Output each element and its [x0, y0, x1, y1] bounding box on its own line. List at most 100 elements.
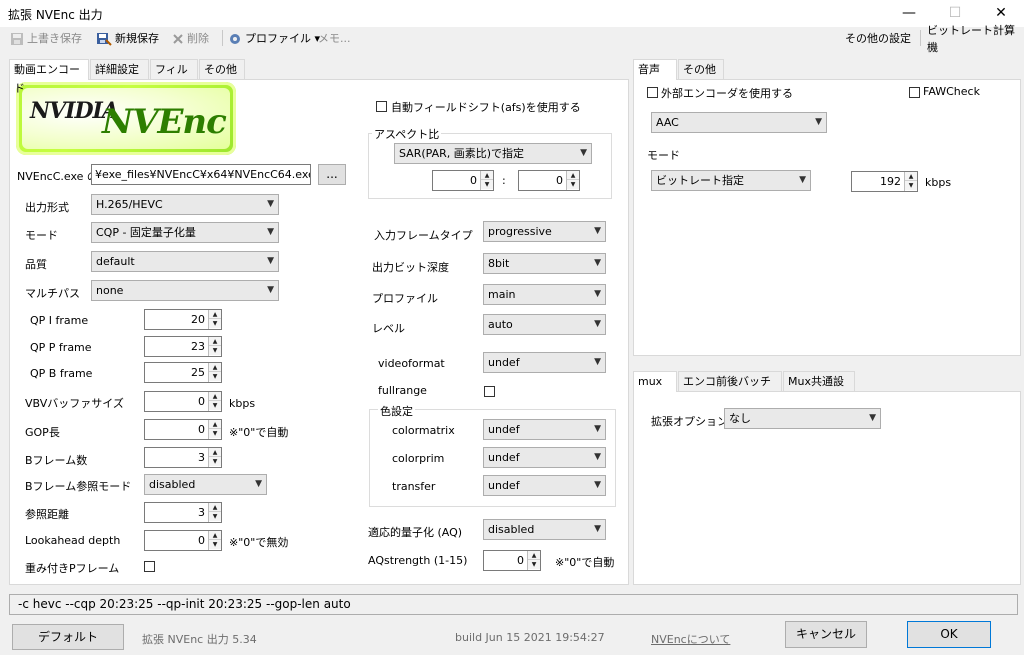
title-bar: 拡張 NVEnc 出力 — ☐ ✕: [0, 0, 1024, 27]
spin-up-icon: ▲: [209, 503, 221, 512]
colormatrix-select[interactable]: undef ▼: [483, 419, 606, 440]
minimize-button[interactable]: —: [886, 0, 932, 27]
tab-video-encode[interactable]: 動画エンコード: [9, 59, 89, 95]
chevron-down-icon: ▼: [594, 258, 601, 268]
about-nvenc-link[interactable]: NVEncについて: [651, 631, 730, 647]
aq-select[interactable]: disabled ▼: [483, 519, 606, 540]
bref-mode-label: Bフレーム参照モード: [25, 480, 132, 493]
transfer-select[interactable]: undef ▼: [483, 475, 606, 496]
chevron-down-icon: ▼: [594, 319, 601, 329]
tab-batch-processing[interactable]: エンコ前後バッチ処理: [678, 371, 782, 407]
level-select[interactable]: auto ▼: [483, 314, 606, 335]
bitdepth-select[interactable]: 8bit ▼: [483, 253, 606, 274]
spin-down-icon: ▼: [209, 457, 221, 466]
tab-other[interactable]: その他: [199, 59, 245, 79]
weighted-p-checkbox[interactable]: [144, 561, 155, 572]
delete-button: 削除: [172, 30, 209, 47]
mode-select[interactable]: CQP - 固定量子化量 ▼: [91, 222, 279, 243]
other-settings-button[interactable]: その他の設定: [845, 30, 911, 47]
output-format-select[interactable]: H.265/HEVC ▼: [91, 194, 279, 215]
quality-select[interactable]: default ▼: [91, 251, 279, 272]
lookahead-spinner[interactable]: 0 ▲ ▼: [144, 530, 222, 551]
chevron-down-icon: ▼: [594, 452, 601, 462]
tab-filter[interactable]: フィルタ: [150, 59, 198, 95]
toolbar: 上書き保存 新規保存 削除 プロファイル ▾ メモ... その他の設定 ビットレ…: [0, 24, 1024, 54]
aqstrength-spinner[interactable]: 0 ▲ ▼: [483, 550, 541, 571]
qp-b-spinner[interactable]: 25 ▲ ▼: [144, 362, 222, 383]
chevron-down-icon: ▼: [594, 424, 601, 434]
gop-spinner[interactable]: 0 ▲ ▼: [144, 419, 222, 440]
aspect-width-spinner[interactable]: 0 ▲ ▼: [432, 170, 494, 191]
other-settings-label: その他の設定: [845, 32, 911, 45]
input-frame-select[interactable]: progressive ▼: [483, 221, 606, 242]
aspect-height-spinner[interactable]: 0 ▲ ▼: [518, 170, 580, 191]
qp-i-spinner[interactable]: 20 ▲ ▼: [144, 309, 222, 330]
video-tabstrip: 動画エンコード 詳細設定 フィルタ その他: [9, 59, 629, 95]
mode-label: モード: [25, 229, 58, 242]
profile-label: プロファイル ▾: [245, 32, 321, 45]
tab-mux-common[interactable]: Mux共通設定: [783, 371, 855, 407]
profile-label: プロファイル: [372, 292, 438, 305]
exe-path-label: NVEncC.exe の: [17, 170, 91, 183]
cancel-button[interactable]: キャンセル: [785, 621, 867, 648]
ext-option-select[interactable]: なし ▼: [724, 408, 881, 429]
gop-hint: ※"0"で自動: [229, 426, 289, 439]
audio-bitrate-spinner[interactable]: 192 ▲ ▼: [851, 171, 918, 192]
ext-option-label: 拡張オプション: [651, 415, 728, 428]
chevron-down-icon: ▼: [267, 285, 274, 295]
bframes-spinner[interactable]: 3 ▲ ▼: [144, 447, 222, 468]
tab-mux[interactable]: mux: [633, 371, 677, 392]
exe-path-input[interactable]: ¥exe_files¥NVEncC¥x64¥NVEncC64.exe: [91, 164, 311, 185]
quality-label: 品質: [25, 258, 47, 271]
spin-up-icon: ▲: [481, 171, 493, 180]
vbv-spinner[interactable]: 0 ▲ ▼: [144, 391, 222, 412]
qp-p-spinner[interactable]: 23 ▲ ▼: [144, 336, 222, 357]
spin-down-icon: ▼: [209, 319, 221, 328]
exe-browse-button[interactable]: ...: [318, 164, 346, 185]
default-button[interactable]: デフォルト: [12, 624, 124, 650]
spin-up-icon: ▲: [209, 363, 221, 372]
fullrange-label: fullrange: [378, 384, 427, 397]
profile-select[interactable]: main ▼: [483, 284, 606, 305]
tab-detail-settings[interactable]: 詳細設定: [90, 59, 149, 79]
bitdepth-label: 出力ビット深度: [372, 261, 449, 274]
spin-up-icon: ▲: [209, 531, 221, 540]
audio-bitrate-unit: kbps: [925, 176, 952, 189]
multipass-select[interactable]: none ▼: [91, 280, 279, 301]
transfer-label: transfer: [392, 480, 436, 493]
chevron-down-icon: ▼: [594, 357, 601, 367]
aqstrength-hint: ※"0"で自動: [555, 556, 615, 569]
faw-check-checkbox[interactable]: [909, 87, 920, 98]
spin-up-icon: ▲: [567, 171, 579, 180]
memo-button: メモ...: [318, 30, 351, 47]
level-label: レベル: [372, 322, 405, 335]
tab-audio-other[interactable]: その他: [678, 59, 724, 79]
audio-mode-select[interactable]: ビットレート指定 ▼: [651, 170, 811, 191]
bref-mode-select[interactable]: disabled ▼: [144, 474, 267, 495]
audio-codec-select[interactable]: AAC ▼: [651, 112, 827, 133]
fullrange-checkbox[interactable]: [484, 386, 495, 397]
qp-b-label: QP B frame: [30, 367, 93, 380]
logo-text-nvenc: NVEnc: [102, 102, 227, 142]
qp-i-label: QP I frame: [30, 314, 89, 327]
bitrate-calculator-button[interactable]: ビットレート計算機: [927, 24, 1024, 54]
spin-up-icon: ▲: [209, 392, 221, 401]
spin-up-icon: ▲: [209, 310, 221, 319]
save-new-icon: [97, 32, 112, 46]
new-save-button[interactable]: 新規保存: [96, 30, 159, 47]
ok-button[interactable]: OK: [907, 621, 991, 648]
external-encoder-checkbox[interactable]: [647, 87, 658, 98]
afs-checkbox[interactable]: [376, 101, 387, 112]
spin-down-icon: ▼: [209, 401, 221, 410]
aspect-mode-select[interactable]: SAR(PAR, 画素比)で指定 ▼: [394, 143, 592, 164]
profile-dropdown-button[interactable]: プロファイル ▾: [228, 30, 320, 47]
memo-label: メモ...: [318, 32, 351, 45]
colorprim-select[interactable]: undef ▼: [483, 447, 606, 468]
spin-up-icon: ▲: [528, 551, 540, 560]
spin-up-icon: ▲: [209, 448, 221, 457]
bframes-label: Bフレーム数: [25, 454, 88, 467]
ref-distance-spinner[interactable]: 3 ▲ ▼: [144, 502, 222, 523]
videoformat-select[interactable]: undef ▼: [483, 352, 606, 373]
weighted-p-label: 重み付きPフレーム: [25, 562, 120, 575]
tab-audio[interactable]: 音声: [633, 59, 677, 80]
